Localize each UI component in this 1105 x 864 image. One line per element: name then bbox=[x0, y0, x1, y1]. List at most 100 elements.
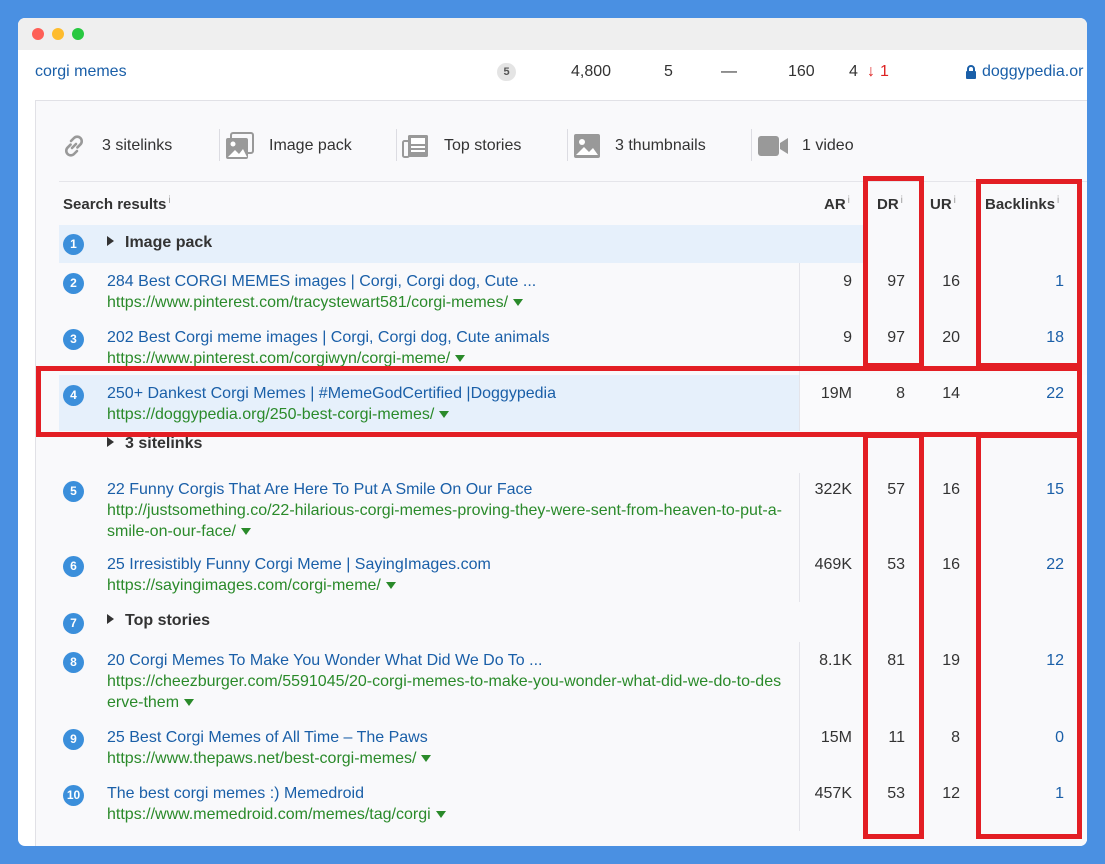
result-row: 2 284 Best CORGI MEMES images | Corgi, C… bbox=[59, 263, 1087, 319]
ar-value: 9 bbox=[843, 329, 852, 346]
col-ar[interactable]: AR i bbox=[824, 195, 850, 216]
newspaper-icon bbox=[402, 135, 428, 158]
feature-label: Image pack bbox=[269, 137, 352, 154]
ur-value: 20 bbox=[942, 329, 960, 346]
url-dropdown-icon[interactable] bbox=[184, 699, 195, 707]
result-url: https://www.memedroid.com/memes/tag/corg… bbox=[107, 804, 787, 825]
divider bbox=[567, 129, 568, 161]
info-icon[interactable]: i bbox=[848, 195, 850, 206]
result-title-link[interactable]: 22 Funny Corgis That Are Here To Put A S… bbox=[107, 479, 532, 500]
group-label: Image pack bbox=[107, 233, 212, 253]
url-dropdown-icon[interactable] bbox=[240, 528, 251, 536]
group-label: Top stories bbox=[107, 611, 210, 631]
divider bbox=[396, 129, 397, 161]
position-badge: 5 bbox=[63, 481, 84, 502]
result-url-link[interactable]: https://www.memedroid.com/memes/tag/corg… bbox=[107, 806, 431, 823]
ranking-url-link[interactable]: doggypedia.or bbox=[982, 62, 1083, 82]
result-row: 10 The best corgi memes :) Memedroid htt… bbox=[59, 775, 1087, 846]
maximize-window-button[interactable] bbox=[72, 28, 84, 40]
cpc-value: — bbox=[721, 63, 737, 80]
feature-label: 3 sitelinks bbox=[102, 137, 173, 154]
thumbnail-icon bbox=[574, 134, 600, 158]
group-label: 3 sitelinks bbox=[107, 434, 202, 454]
result-title-link[interactable]: 25 Best Corgi Memes of All Time – The Pa… bbox=[107, 727, 428, 748]
result-url: https://www.thepaws.net/best-corgi-memes… bbox=[107, 748, 787, 769]
lock-icon bbox=[966, 65, 976, 79]
col-ur[interactable]: UR i bbox=[930, 195, 956, 216]
backlinks-highlight-box-bottom bbox=[976, 433, 1082, 839]
ur-value: 12 bbox=[942, 785, 960, 802]
volume-value: 4,800 bbox=[571, 63, 612, 80]
position-badge: 9 bbox=[63, 729, 84, 750]
result-row-group[interactable]: 1 Image pack bbox=[59, 225, 864, 263]
serp-overview-panel: 3 sitelinks Image pack Top stories 3 thu… bbox=[35, 100, 1087, 846]
serp-features-bar: 3 sitelinks Image pack Top stories 3 thu… bbox=[36, 101, 1087, 181]
result-row: 8 20 Corgi Memes To Make You Wonder What… bbox=[59, 642, 1087, 719]
feature-video[interactable]: 1 video bbox=[758, 131, 854, 161]
result-row: 5 22 Funny Corgis That Are Here To Put A… bbox=[59, 467, 1087, 546]
url-dropdown-icon[interactable] bbox=[435, 811, 446, 819]
result-title-link[interactable]: 25 Irresistibly Funny Corgi Meme | Sayin… bbox=[107, 554, 491, 575]
position-badge: 6 bbox=[63, 556, 84, 577]
position-badge: 10 bbox=[63, 785, 84, 806]
ar-value: 9 bbox=[843, 273, 852, 290]
divider bbox=[751, 129, 752, 161]
position-change-value: 1 bbox=[880, 63, 889, 80]
close-window-button[interactable] bbox=[32, 28, 44, 40]
ur-value: 16 bbox=[942, 273, 960, 290]
url-dropdown-icon[interactable] bbox=[513, 299, 524, 307]
result-url-link[interactable]: https://www.thepaws.net/best-corgi-memes… bbox=[107, 750, 416, 767]
dr-highlight-box-bottom bbox=[863, 433, 924, 839]
serp-features-badge[interactable]: 5 bbox=[497, 63, 516, 81]
info-icon[interactable]: i bbox=[954, 195, 956, 206]
video-camera-icon bbox=[758, 136, 788, 156]
result-row-group[interactable]: 7 Top stories bbox=[59, 602, 1087, 642]
url-dropdown-icon[interactable] bbox=[421, 755, 432, 763]
ur-value: 19 bbox=[942, 652, 960, 669]
result-url-link[interactable]: https://sayingimages.com/corgi-meme/ bbox=[107, 577, 381, 594]
minimize-window-button[interactable] bbox=[52, 28, 64, 40]
expand-triangle-icon[interactable] bbox=[107, 437, 114, 447]
ur-value: 16 bbox=[942, 556, 960, 573]
url-dropdown-icon[interactable] bbox=[385, 582, 396, 590]
expand-triangle-icon[interactable] bbox=[107, 614, 114, 624]
kd-value: 5 bbox=[664, 63, 673, 80]
title-bar bbox=[18, 18, 1087, 50]
result-title-link[interactable]: 202 Best Corgi meme images | Corgi, Corg… bbox=[107, 327, 550, 348]
ar-value: 8.1K bbox=[819, 652, 852, 669]
result-url: http://justsomething.co/22-hilarious-cor… bbox=[107, 500, 787, 542]
link-icon bbox=[64, 135, 84, 157]
result-title-link[interactable]: 284 Best CORGI MEMES images | Corgi, Cor… bbox=[107, 271, 536, 292]
result-url: https://sayingimages.com/corgi-meme/ bbox=[107, 575, 787, 596]
url-dropdown-icon[interactable] bbox=[455, 355, 466, 363]
results-table-header: Search results i AR i DR i UR i Backlinks i bbox=[59, 181, 1087, 225]
feature-image-pack[interactable]: Image pack bbox=[225, 131, 352, 161]
expand-triangle-icon[interactable] bbox=[107, 236, 114, 246]
position-badge: 2 bbox=[63, 273, 84, 294]
keyword-link[interactable]: corgi memes bbox=[35, 62, 127, 82]
row-highlight-box bbox=[36, 366, 1082, 437]
position-badge: 3 bbox=[63, 329, 84, 350]
result-url: https://www.pinterest.com/tracystewart58… bbox=[107, 292, 787, 313]
result-title-link[interactable]: 20 Corgi Memes To Make You Wonder What D… bbox=[107, 650, 542, 671]
feature-sitelinks[interactable]: 3 sitelinks bbox=[60, 131, 172, 161]
ar-value: 469K bbox=[814, 556, 852, 573]
position-badge: 7 bbox=[63, 613, 84, 634]
result-url-link[interactable]: http://justsomething.co/22-hilarious-cor… bbox=[107, 502, 782, 540]
ar-value: 15M bbox=[820, 729, 852, 746]
ar-value: 457K bbox=[814, 785, 852, 802]
traffic-value: 160 bbox=[788, 63, 815, 80]
position-badge: 1 bbox=[63, 234, 84, 255]
keyword-row[interactable]: corgi memes 5 4,800 5 — 160 4 ↓ 1 doggyp… bbox=[18, 50, 1087, 102]
info-icon[interactable]: i bbox=[168, 195, 170, 206]
col-search-results[interactable]: Search results i bbox=[63, 195, 171, 216]
result-url-link[interactable]: https://www.pinterest.com/tracystewart58… bbox=[107, 294, 508, 311]
feature-thumbnails[interactable]: 3 thumbnails bbox=[573, 131, 706, 161]
feature-top-stories[interactable]: Top stories bbox=[402, 131, 521, 161]
backlinks-highlight-box-top bbox=[976, 179, 1082, 368]
result-url-link[interactable]: https://www.pinterest.com/corgiwyn/corgi… bbox=[107, 350, 450, 367]
result-url-link[interactable]: https://cheezburger.com/5591045/20-corgi… bbox=[107, 673, 781, 711]
result-row: 9 25 Best Corgi Memes of All Time – The … bbox=[59, 719, 1087, 775]
arrow-down-icon: ↓ bbox=[867, 63, 875, 80]
result-title-link[interactable]: The best corgi memes :) Memedroid bbox=[107, 783, 364, 804]
